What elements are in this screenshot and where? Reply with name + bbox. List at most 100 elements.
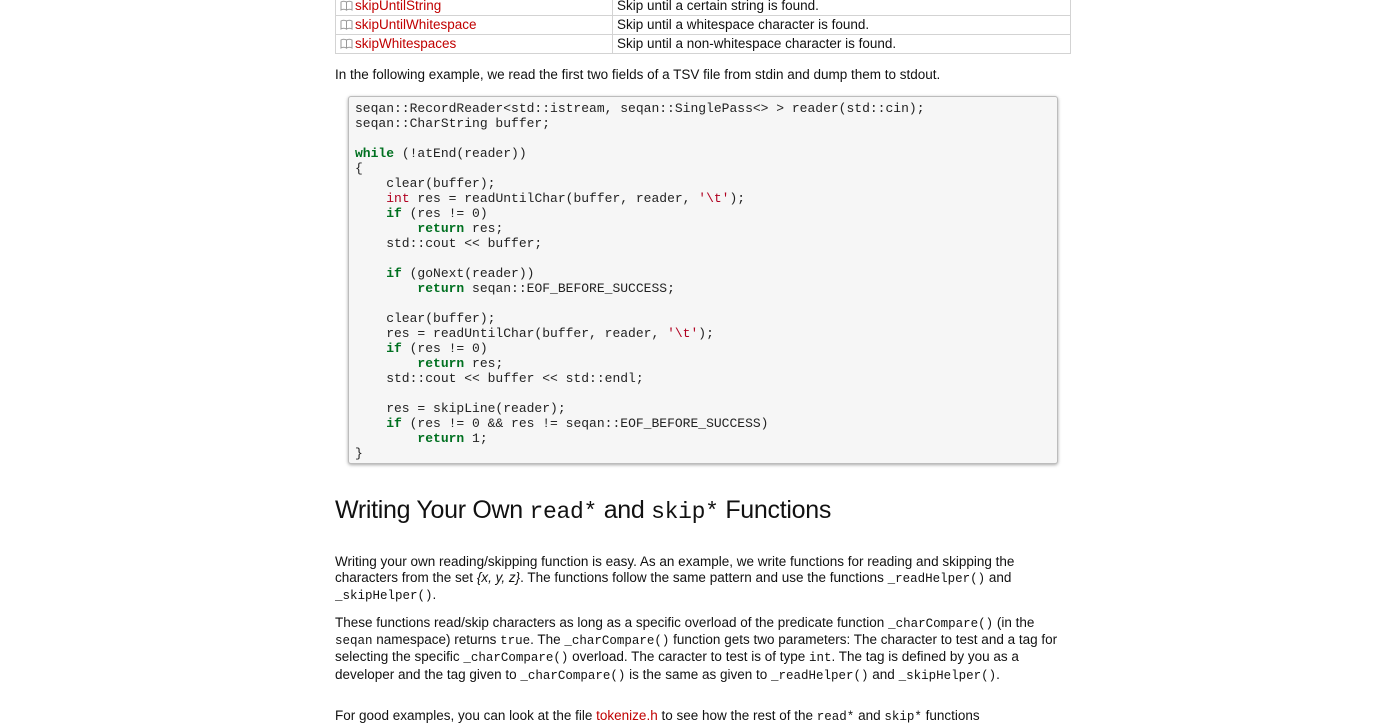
code-token: return xyxy=(417,281,465,296)
paragraph-text: . xyxy=(996,666,1000,682)
book-icon xyxy=(340,19,353,30)
code-token: res; xyxy=(464,356,504,371)
code-token: int xyxy=(386,191,410,206)
paragraph-text: to see how the rest of the xyxy=(657,708,817,723)
code-token: if xyxy=(386,341,402,356)
function-link[interactable]: skipUntilString xyxy=(355,0,441,13)
intro-text: In the following example, we read the fi… xyxy=(335,67,941,82)
code-line: return res; xyxy=(355,221,925,236)
paragraph-text: is the same as given to xyxy=(625,666,771,682)
code-token: (res != 0 && res != seqan::EOF_BEFORE_SU… xyxy=(401,416,769,431)
code-block: seqan::RecordReader<std::istream, seqan:… xyxy=(348,96,1058,464)
code-line: if (res != 0) xyxy=(355,341,925,356)
code-token: (goNext(reader)) xyxy=(401,266,535,281)
paragraph-text: These functions read/skip characters as … xyxy=(335,615,889,630)
table-row: skipWhitespaces Skip until a non-whitesp… xyxy=(335,34,1071,54)
code-line: clear(buffer); xyxy=(355,176,925,191)
heading-text: and xyxy=(597,496,652,524)
paragraph-text: functions xyxy=(921,708,980,723)
inline-code: _readHelper() xyxy=(771,668,869,683)
inline-code: _charCompare() xyxy=(888,617,994,631)
inline-code: _skipHelper() xyxy=(335,589,433,604)
code-token: seqan::CharString buffer; xyxy=(355,116,551,131)
code-token: return xyxy=(417,356,465,371)
code-line: clear(buffer); xyxy=(355,311,925,326)
heading-text: Functions xyxy=(718,496,832,524)
code-token: (!atEnd(reader)) xyxy=(394,146,527,161)
book-icon xyxy=(340,0,353,11)
inline-code: _charCompare() xyxy=(520,668,626,683)
code-line: return res; xyxy=(355,356,925,371)
paragraph-text: For good examples, you can look at the f… xyxy=(335,708,597,723)
code-token: if xyxy=(386,206,402,221)
table-row: skipUntilWhitespace Skip until a whitesp… xyxy=(335,15,1071,35)
paragraph-text: (in the xyxy=(993,615,1035,630)
code-token: return xyxy=(417,431,465,446)
paragraph-intro: Writing your own reading/skipping functi… xyxy=(335,554,1071,605)
code-line: if (res != 0) xyxy=(355,206,925,221)
inline-code: _charCompare() xyxy=(463,651,569,666)
code-line: { xyxy=(355,161,925,176)
function-link[interactable]: skipWhitespaces xyxy=(355,36,456,51)
function-description: Skip until a non-whitespace character is… xyxy=(612,34,1071,54)
code-token: std::cout << buffer << std::endl; xyxy=(355,371,644,386)
code-token: clear(buffer); xyxy=(355,176,496,191)
paragraph-text: and xyxy=(868,666,899,682)
code-token: return xyxy=(417,221,465,236)
function-name-cell: skipUntilString xyxy=(335,0,613,16)
code-line: res = readUntilChar(buffer, reader, '\t'… xyxy=(355,326,925,341)
code-line: } xyxy=(355,446,925,461)
code-token: } xyxy=(355,446,363,461)
code-token: ); xyxy=(698,326,714,341)
code-line: return 1; xyxy=(355,431,925,446)
code-token: while xyxy=(355,146,395,161)
code-token: '\t' xyxy=(698,191,730,206)
paragraph-text: and xyxy=(985,570,1012,586)
main-content: skipUntilString Skip until a certain str… xyxy=(335,0,1071,724)
code-token: res = readUntilChar(buffer, reader, xyxy=(409,191,699,206)
code-token: res = skipLine(reader); xyxy=(355,401,566,416)
code-line: seqan::CharString buffer; xyxy=(355,116,925,131)
paragraph-text: namespace) returns xyxy=(372,632,501,648)
paragraph-text: . The functions follow the same pattern … xyxy=(520,570,888,586)
code-line: seqan::RecordReader<std::istream, seqan:… xyxy=(355,101,925,116)
math-set: {x, y, z} xyxy=(476,570,521,586)
paragraph-text: and xyxy=(854,708,885,723)
function-name-cell: skipUntilWhitespace xyxy=(335,15,613,35)
function-link[interactable]: skipUntilWhitespace xyxy=(355,17,477,32)
code-line: return seqan::EOF_BEFORE_SUCCESS; xyxy=(355,281,925,296)
code-token: if xyxy=(386,416,402,431)
code-token: { xyxy=(355,161,363,176)
section-heading: Writing Your Own read* and skip* Functio… xyxy=(335,496,831,525)
code-line: std::cout << buffer; xyxy=(355,236,925,251)
function-description: Skip until a certain string is found. xyxy=(612,0,1071,16)
code-line: int res = readUntilChar(buffer, reader, … xyxy=(355,191,925,206)
file-link[interactable]: tokenize.h xyxy=(596,708,658,723)
inline-code: int xyxy=(808,651,832,666)
code-line: while (!atEnd(reader)) xyxy=(355,146,925,161)
code-token: (res != 0) xyxy=(401,341,488,356)
heading-code: skip* xyxy=(651,499,719,525)
code-line: std::cout << buffer << std::endl; xyxy=(355,371,925,386)
code-token: '\t' xyxy=(667,326,699,341)
code-token: if xyxy=(386,266,402,281)
heading-text: Writing Your Own xyxy=(335,496,530,524)
code-line: if (res != 0 && res != seqan::EOF_BEFORE… xyxy=(355,416,925,431)
inline-code: _readHelper() xyxy=(887,572,986,587)
code-listing: seqan::RecordReader<std::istream, seqan:… xyxy=(355,101,925,461)
paragraph-text: . The xyxy=(530,632,565,648)
code-token: seqan::EOF_BEFORE_SUCCESS; xyxy=(464,281,675,296)
code-token: (res != 0) xyxy=(401,206,488,221)
paragraph-text: . xyxy=(432,587,437,603)
function-table: skipUntilString Skip until a certain str… xyxy=(335,0,1071,54)
